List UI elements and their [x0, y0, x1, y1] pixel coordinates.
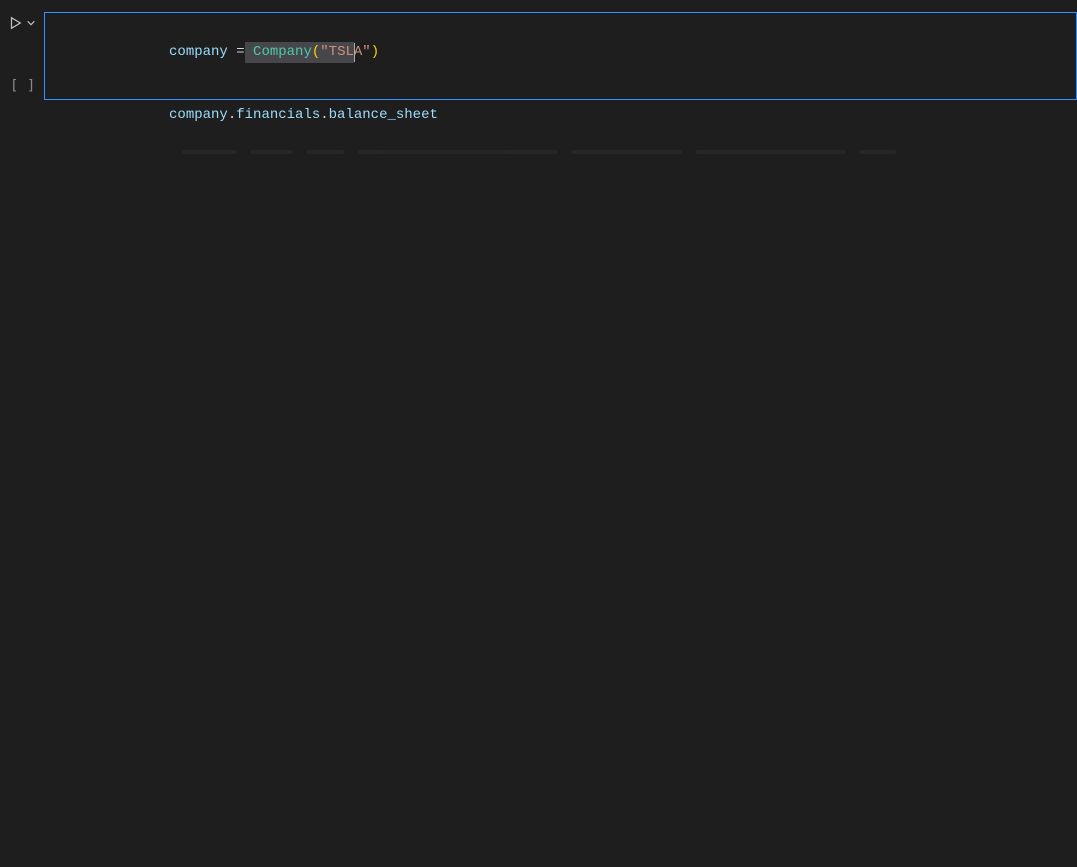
token-property: financials	[236, 107, 320, 123]
decorative-separator	[0, 150, 1077, 154]
token-class: Company	[253, 44, 312, 60]
token-space	[245, 44, 253, 60]
run-cell-icon[interactable]	[8, 16, 22, 30]
token-variable: company	[169, 44, 228, 60]
notebook-editor: company = Company("TSLA") company.financ…	[0, 0, 1077, 867]
token-property: balance_sheet	[329, 107, 438, 123]
token-paren-close: )	[371, 44, 379, 60]
token-dot: .	[320, 107, 328, 123]
chevron-down-icon[interactable]	[26, 18, 36, 28]
code-line-1[interactable]: company = Company("TSLA")	[85, 21, 1076, 42]
token-operator: =	[236, 44, 244, 60]
token-space	[228, 44, 236, 60]
token-string: "TSLA"	[320, 44, 370, 60]
token-variable: company	[169, 107, 228, 123]
execution-count: [ ]	[10, 78, 35, 94]
cell-gutter	[0, 0, 44, 30]
token-paren-open: (	[312, 44, 320, 60]
code-editor[interactable]: company = Company("TSLA") company.financ…	[45, 21, 1076, 63]
token-dot: .	[228, 107, 236, 123]
text-cursor	[354, 43, 355, 62]
cell-input-area[interactable]: company = Company("TSLA") company.financ…	[44, 12, 1077, 100]
code-cell: company = Company("TSLA") company.financ…	[0, 0, 1077, 100]
